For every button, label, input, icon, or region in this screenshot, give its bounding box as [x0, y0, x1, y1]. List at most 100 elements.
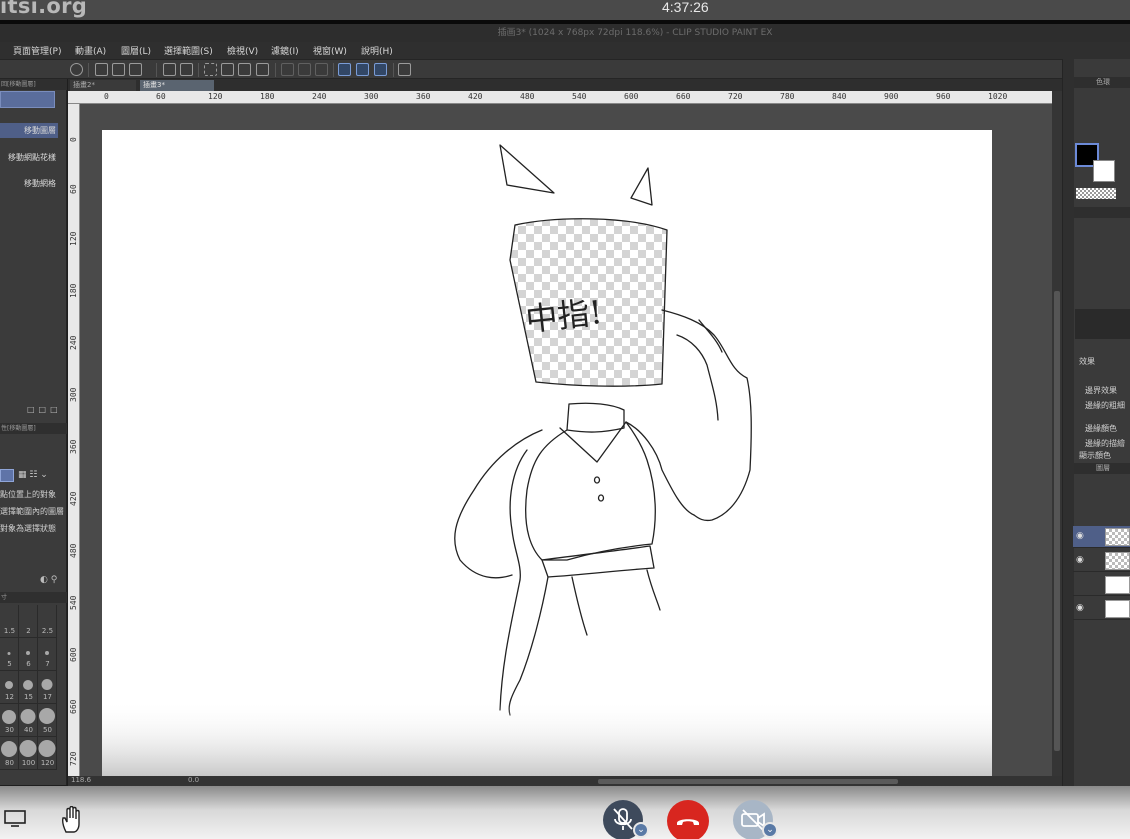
clear-outside-icon[interactable] [221, 63, 234, 76]
sub-tool-group-tab[interactable] [0, 91, 55, 108]
effect-option-draw[interactable]: 邊緣的描繪 [1085, 438, 1125, 449]
ruler-label: 420 [69, 491, 78, 506]
end-call-button[interactable] [667, 800, 709, 839]
brush-size-cell[interactable]: 50 [38, 704, 57, 737]
layer-row[interactable]: ◉ [1073, 598, 1130, 620]
meeting-top-bar: itsi.org 4:37:26 [0, 0, 1130, 20]
eye-icon[interactable]: ◉ [1076, 555, 1084, 565]
brush-size-cell[interactable]: 2.5 [38, 605, 57, 638]
menu-selection[interactable]: 選擇範圍(S) [164, 44, 213, 57]
divider [275, 63, 276, 77]
invert-selection-icon[interactable] [298, 63, 311, 76]
brush-size-label: 2.5 [41, 627, 54, 635]
tab-label: 插畫3* [143, 81, 165, 89]
brush-preview-dot [41, 679, 53, 690]
operation-target-option[interactable] [0, 469, 14, 482]
rotation-value[interactable]: 0.0 [188, 776, 199, 784]
brush-size-label: 15 [24, 693, 33, 701]
scroll-thumb[interactable] [1054, 291, 1060, 751]
brush-size-label: 80 [5, 759, 14, 767]
brush-size-cell[interactable]: 80 [0, 737, 19, 770]
panel-collapse-strip[interactable] [1063, 59, 1074, 786]
ruler-label: 720 [69, 751, 78, 766]
canvas-vertical-scrollbar[interactable] [1052, 91, 1062, 776]
sub-color-swatch[interactable] [1093, 160, 1115, 182]
window-title: 插画3* (1024 x 768px 72dpi 118.6%) - CLIP … [0, 24, 1130, 42]
layer-row[interactable]: ◉ [1073, 550, 1130, 572]
ruler-label: 240 [69, 335, 78, 350]
menu-filter[interactable]: 濾鏡(I) [271, 44, 299, 57]
open-file-icon[interactable] [112, 63, 125, 76]
property-option-1[interactable]: 點位置上的對象 [0, 489, 56, 500]
brush-size-cell[interactable]: 12 [0, 671, 19, 704]
menu-view[interactable]: 檢視(V) [227, 44, 258, 57]
effect-header: 效果 [1079, 357, 1095, 366]
meeting-clock: 4:37:26 [662, 0, 709, 15]
eye-icon[interactable]: ◉ [1076, 603, 1084, 613]
tab-document-2[interactable]: 插畫2* [70, 80, 136, 91]
grid-option-icon[interactable]: ▦ ☷ ⌄ [18, 470, 48, 480]
effect-option-thickness[interactable]: 邊緣的粗細 [1085, 400, 1125, 411]
save-icon[interactable] [129, 63, 142, 76]
brush-size-label: 30 [5, 726, 14, 734]
clear-icon[interactable] [204, 63, 217, 76]
fill-icon[interactable] [238, 63, 251, 76]
deselect-icon[interactable] [281, 63, 294, 76]
menu-layer[interactable]: 圖層(L) [121, 44, 151, 57]
raise-hand-icon[interactable] [60, 806, 84, 834]
undo-icon[interactable] [163, 63, 176, 76]
ruler-label: 600 [624, 92, 639, 101]
menu-help[interactable]: 說明(H) [361, 44, 393, 57]
ruler-label: 60 [69, 184, 78, 194]
menu-window[interactable]: 視窗(W) [313, 44, 347, 57]
brush-size-cell[interactable]: 120 [38, 737, 57, 770]
subtool-actions[interactable]: □□□ [27, 405, 63, 415]
new-file-icon[interactable] [95, 63, 108, 76]
brush-size-cell[interactable]: 17 [38, 671, 57, 704]
tab-document-3[interactable]: 插畫3* [140, 80, 214, 91]
effect-option-display-color[interactable]: 顯示顏色 [1079, 450, 1111, 461]
brush-size-cell[interactable]: 6 [19, 638, 38, 671]
subtool-move-layer[interactable]: 移動圖層 [0, 123, 58, 138]
clip-studio-icon[interactable] [70, 63, 83, 76]
subtool-move-tone[interactable]: 移動網點花樣 [0, 150, 58, 165]
property-option-2[interactable]: 選擇範圍內的圖層 [0, 506, 64, 517]
layer-row[interactable] [1073, 574, 1130, 596]
drawing-canvas[interactable]: 中指! [102, 130, 992, 776]
canvas-horizontal-scrollbar[interactable] [598, 779, 898, 784]
color-slider-area[interactable] [1075, 309, 1130, 339]
zoom-level[interactable]: 118.6 [71, 776, 91, 784]
brush-preview-dot [19, 740, 37, 757]
ruler-label: 540 [572, 92, 587, 101]
effect-option-color[interactable]: 邊緣顏色 [1085, 423, 1117, 434]
brush-size-cell[interactable]: 7 [38, 638, 57, 671]
transparent-color-swatch[interactable] [1076, 188, 1116, 199]
effect-option-border[interactable]: 邊界效果 [1085, 385, 1117, 396]
brush-size-cell[interactable]: 15 [19, 671, 38, 704]
snap-ruler-icon[interactable] [338, 63, 351, 76]
brush-preview-dot [7, 652, 11, 655]
companion-mode-icon[interactable] [398, 63, 411, 76]
brush-size-cell[interactable]: 40 [19, 704, 38, 737]
eye-icon[interactable]: ◉ [1076, 531, 1084, 541]
property-option-3[interactable]: 對象為選擇狀態 [0, 523, 56, 534]
menu-animation[interactable]: 動畫(A) [75, 44, 106, 57]
redo-icon[interactable] [180, 63, 193, 76]
subtool-move-grid[interactable]: 移動網格 [0, 176, 58, 191]
property-settings-icon[interactable]: ◐ ⚲ [40, 575, 57, 585]
brush-size-cell[interactable]: 5 [0, 638, 19, 671]
snap-special-ruler-icon[interactable] [356, 63, 369, 76]
brush-size-cell[interactable]: 100 [19, 737, 38, 770]
brush-size-cell[interactable]: 1.5 [0, 605, 19, 638]
chevron-down-icon[interactable]: ⌄ [633, 822, 649, 838]
chevron-down-icon[interactable]: ⌄ [762, 822, 778, 838]
layer-row[interactable]: ◉ [1073, 526, 1130, 548]
brush-size-cell[interactable]: 2 [19, 605, 38, 638]
transform-icon[interactable] [256, 63, 269, 76]
menu-page[interactable]: 頁面管理(P) [13, 44, 61, 57]
screen-share-icon[interactable] [4, 810, 26, 828]
brush-size-cell[interactable]: 30 [0, 704, 19, 737]
snap-grid-icon[interactable] [374, 63, 387, 76]
show-selection-icon[interactable] [315, 63, 328, 76]
brush-preview-dot [1, 741, 17, 757]
